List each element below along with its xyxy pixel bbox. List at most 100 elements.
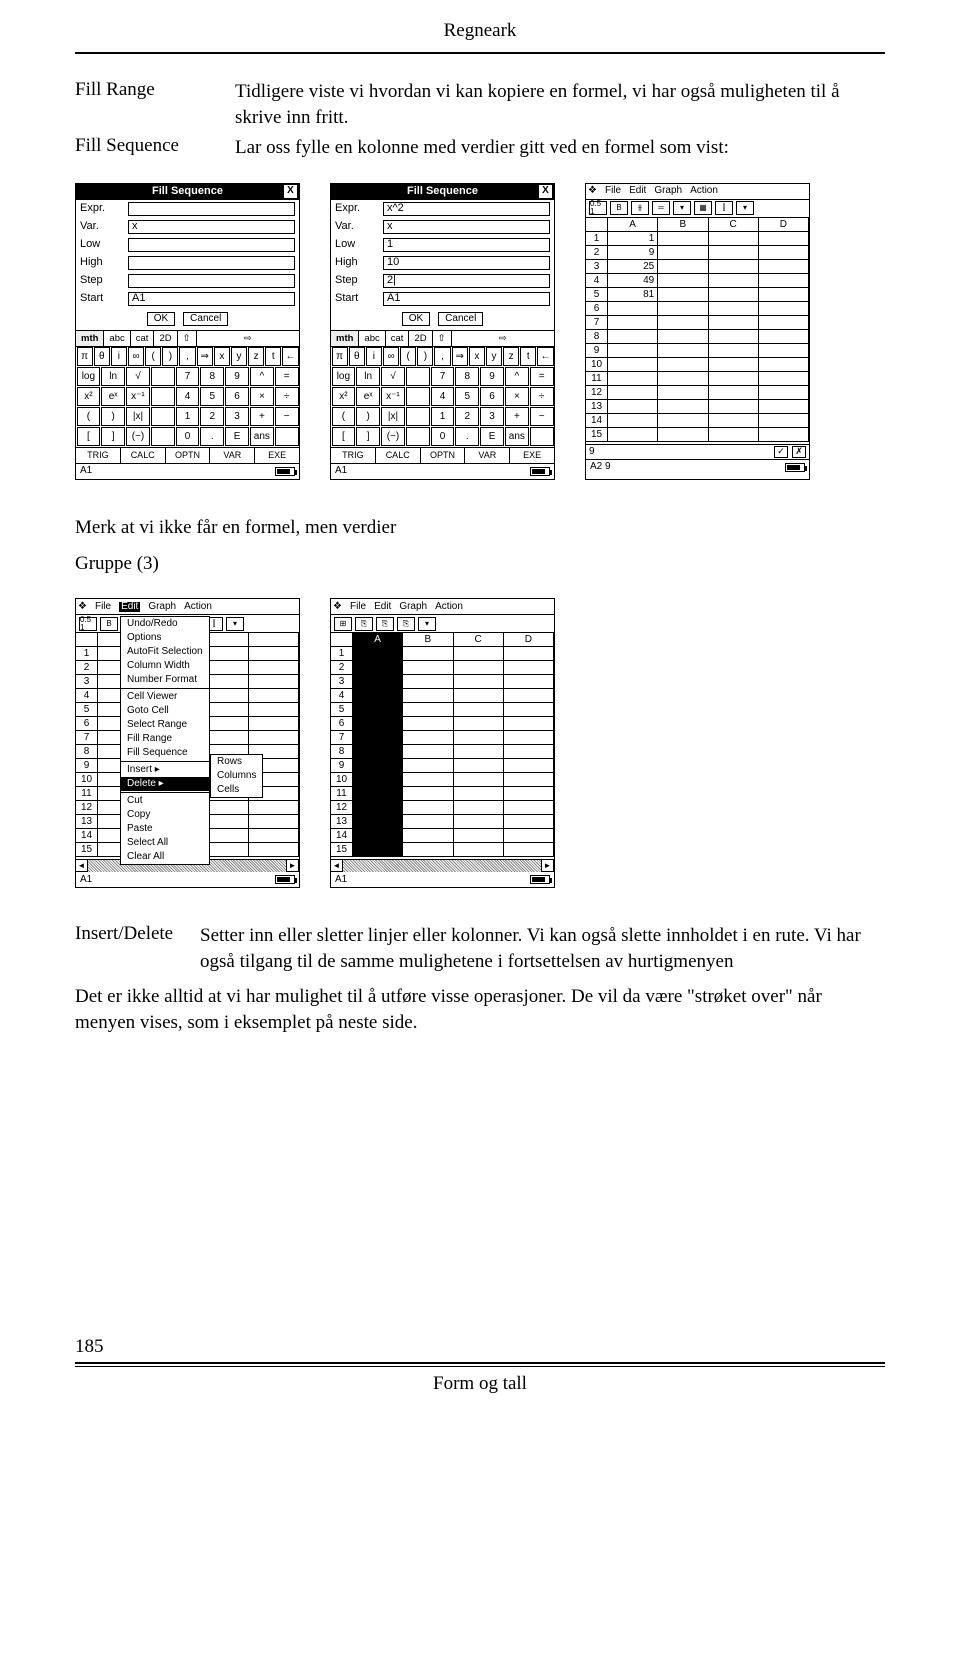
key[interactable]: 6 [225,387,249,406]
tab-arrow-icon[interactable]: ⇨ [452,331,554,346]
key[interactable]: √ [126,367,150,386]
ok-button[interactable]: OK [147,312,175,326]
cell[interactable] [608,302,658,315]
key[interactable] [151,407,175,426]
cell[interactable] [658,386,708,399]
key[interactable]: 7 [176,367,200,386]
cell[interactable] [454,843,504,856]
cell[interactable] [403,801,453,814]
cell[interactable] [249,717,299,730]
edit-dropdown[interactable]: Undo/RedoOptionsAutoFit SelectionColumn … [120,616,210,865]
cell[interactable] [454,731,504,744]
cell[interactable]: 9 [608,246,658,259]
cell[interactable] [709,400,759,413]
key[interactable] [151,367,175,386]
key[interactable]: 8 [200,367,224,386]
field-input[interactable]: x^2 [383,202,550,216]
cell[interactable] [353,815,403,828]
cell[interactable] [403,787,453,800]
key[interactable]: 5 [455,387,479,406]
cell[interactable] [759,274,809,287]
cell[interactable] [504,759,554,772]
key[interactable]: ] [101,427,125,446]
cell[interactable] [658,232,708,245]
toolbar-button[interactable]: B [610,201,628,215]
key[interactable]: 1 [176,407,200,426]
field-input[interactable]: A1 [383,292,550,306]
delete-submenu[interactable]: RowsColumnsCells [210,754,263,798]
cell[interactable] [709,372,759,385]
cell[interactable] [504,801,554,814]
key[interactable]: + [505,407,529,426]
key[interactable]: ans [505,427,529,446]
fnkey-exe[interactable]: EXE [510,448,554,463]
field-input[interactable]: x [383,220,550,234]
fnkey-trig[interactable]: TRIG [76,448,121,463]
cell[interactable] [353,829,403,842]
key[interactable]: ln [101,367,125,386]
cell[interactable] [454,647,504,660]
key[interactable]: ] [356,427,380,446]
menu-item[interactable]: Copy [121,808,209,822]
cell[interactable] [759,414,809,427]
cell[interactable] [709,316,759,329]
cell[interactable] [658,344,708,357]
cell[interactable] [353,689,403,702]
cell[interactable] [504,843,554,856]
submenu-item[interactable]: Columns [211,769,262,783]
x-icon[interactable]: ✗ [792,446,806,458]
field-input[interactable]: 1 [383,238,550,252]
cell[interactable] [658,414,708,427]
key[interactable] [275,427,299,446]
cell[interactable] [759,358,809,371]
toolbar-button[interactable]: ═ [652,201,670,215]
key[interactable]: t [520,347,536,366]
cell[interactable] [709,386,759,399]
cell[interactable] [353,647,403,660]
cell[interactable] [454,661,504,674]
cell[interactable] [353,731,403,744]
scroll-left-icon[interactable]: ◄ [331,860,343,872]
menu-action[interactable]: Action [435,602,463,612]
toolbar-button[interactable]: ⎘ [397,617,415,631]
field-input[interactable]: x [128,220,295,234]
cell[interactable] [353,759,403,772]
key[interactable]: x⁻¹ [126,387,150,406]
menu-item[interactable]: Column Width [121,659,209,673]
key[interactable]: [ [77,427,101,446]
cell[interactable] [759,372,809,385]
menu-edit[interactable]: Edit [119,602,140,612]
key[interactable]: , [434,347,450,366]
cell[interactable] [658,372,708,385]
tab-abc[interactable]: abc [104,331,130,346]
fnkey-calc[interactable]: CALC [376,448,421,463]
cell[interactable] [249,703,299,716]
cell[interactable] [403,815,453,828]
cell[interactable] [249,647,299,660]
menu-file[interactable]: File [95,602,111,612]
key[interactable] [151,427,175,446]
key[interactable]: √ [381,367,405,386]
field-input[interactable]: A1 [128,292,295,306]
cell[interactable] [658,400,708,413]
key[interactable]: + [250,407,274,426]
key[interactable]: ) [101,407,125,426]
menu-item[interactable]: Goto Cell [121,704,209,718]
key[interactable]: ) [356,407,380,426]
menu-item[interactable]: Clear All [121,850,209,864]
cell[interactable] [504,661,554,674]
menu-item[interactable]: Undo/Redo [121,617,209,631]
key[interactable]: ⇒ [452,347,468,366]
cell[interactable] [709,344,759,357]
key[interactable]: z [503,347,519,366]
cell[interactable] [658,358,708,371]
cell[interactable] [249,689,299,702]
key[interactable]: ( [145,347,161,366]
cell[interactable] [759,232,809,245]
fnkey-optn[interactable]: OPTN [421,448,466,463]
field-input[interactable] [128,274,295,288]
cell[interactable] [454,717,504,730]
cell[interactable] [249,731,299,744]
cell[interactable] [454,787,504,800]
cell[interactable] [249,801,299,814]
